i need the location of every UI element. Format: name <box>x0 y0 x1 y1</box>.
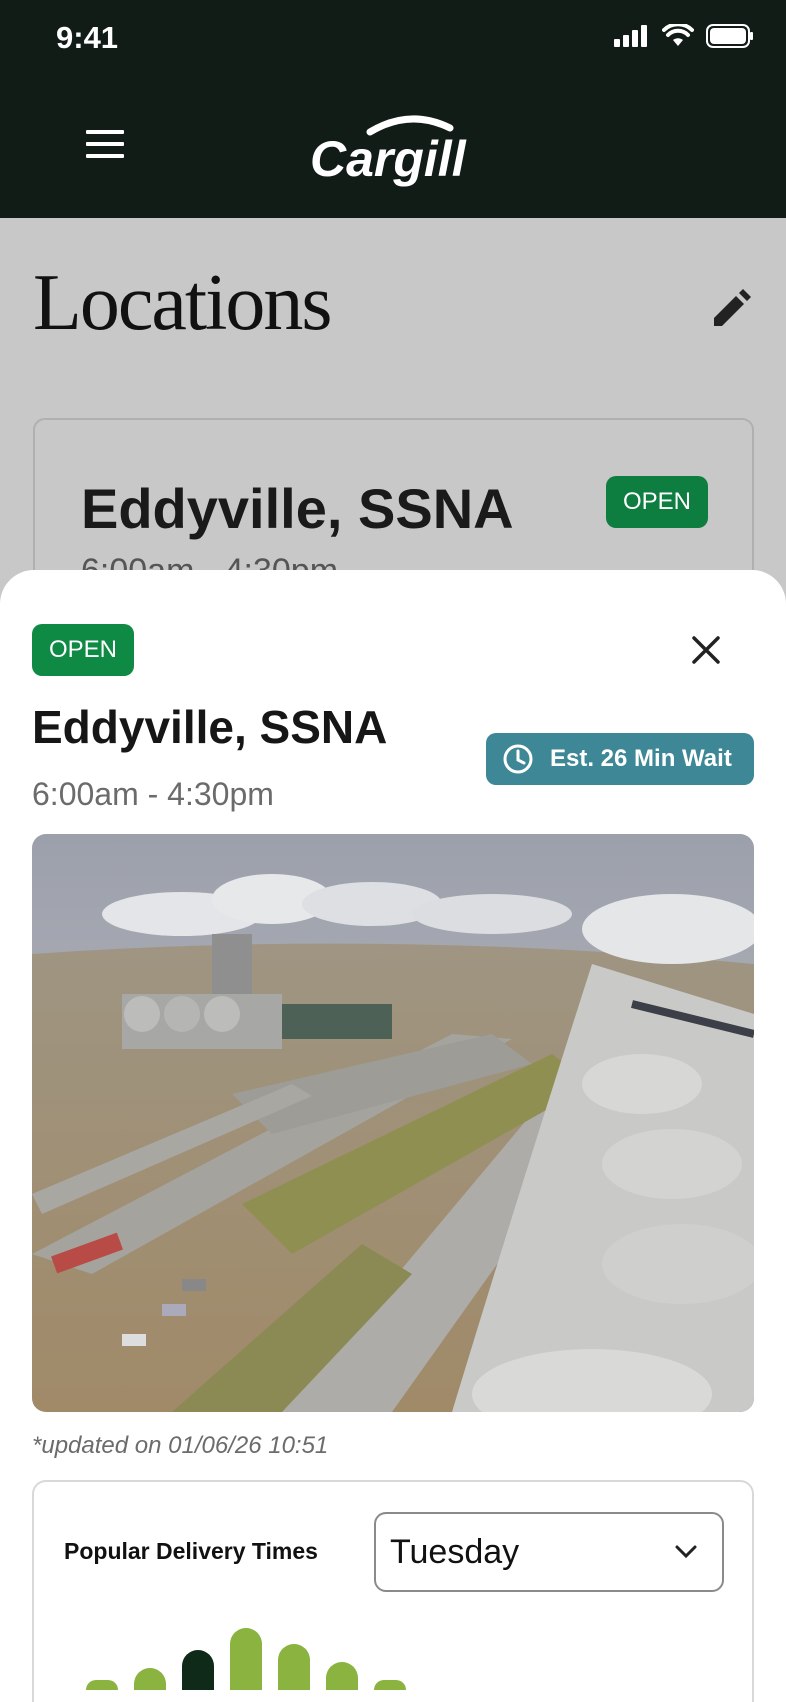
status-badge: OPEN <box>32 624 134 676</box>
battery-icon <box>706 24 753 48</box>
app-header: 9:41 Cargill <box>0 0 786 218</box>
clock-icon <box>503 744 533 774</box>
delivery-time-bar <box>230 1628 262 1690</box>
delivery-time-bar <box>86 1680 118 1690</box>
wifi-icon <box>662 24 694 46</box>
location-hours: 6:00am - 4:30pm <box>32 776 274 812</box>
delivery-time-bar <box>278 1643 310 1690</box>
svg-text:Cargill: Cargill <box>310 131 467 187</box>
updated-timestamp: *updated on 01/06/26 10:51 <box>32 1432 329 1459</box>
wait-time-badge: Est. 26 Min Wait <box>486 733 754 785</box>
day-select-value: Tuesday <box>390 1532 520 1571</box>
facility-camera-image <box>32 834 754 1412</box>
delivery-time-bar <box>182 1649 214 1690</box>
status-badge: OPEN <box>606 476 708 528</box>
cargill-logo: Cargill <box>310 115 467 187</box>
popular-delivery-card: Popular Delivery Times Tuesday <box>32 1480 754 1702</box>
day-select[interactable]: Tuesday <box>374 1512 724 1592</box>
delivery-time-bar <box>326 1662 358 1690</box>
location-name: Eddyville, SSNA <box>81 477 514 540</box>
chevron-down-icon <box>675 1545 697 1559</box>
close-icon[interactable] <box>686 630 726 670</box>
location-title: Eddyville, SSNA <box>32 701 388 753</box>
delivery-time-bar <box>374 1680 406 1690</box>
signal-icon <box>614 25 647 47</box>
delivery-time-bar <box>134 1668 166 1690</box>
pencil-icon[interactable] <box>706 286 754 334</box>
hamburger-menu-icon[interactable] <box>86 130 126 160</box>
wait-time-text: Est. 26 Min Wait <box>550 745 732 772</box>
delivery-times-bars <box>86 1628 506 1702</box>
status-time: 9:41 <box>56 20 119 55</box>
page-title: Locations <box>33 259 332 347</box>
status-icons <box>614 24 754 48</box>
delivery-times-title: Popular Delivery Times <box>64 1538 318 1564</box>
location-detail-sheet: OPEN Eddyville, SSNA 6:00am - 4:30pm Est… <box>0 570 786 1702</box>
